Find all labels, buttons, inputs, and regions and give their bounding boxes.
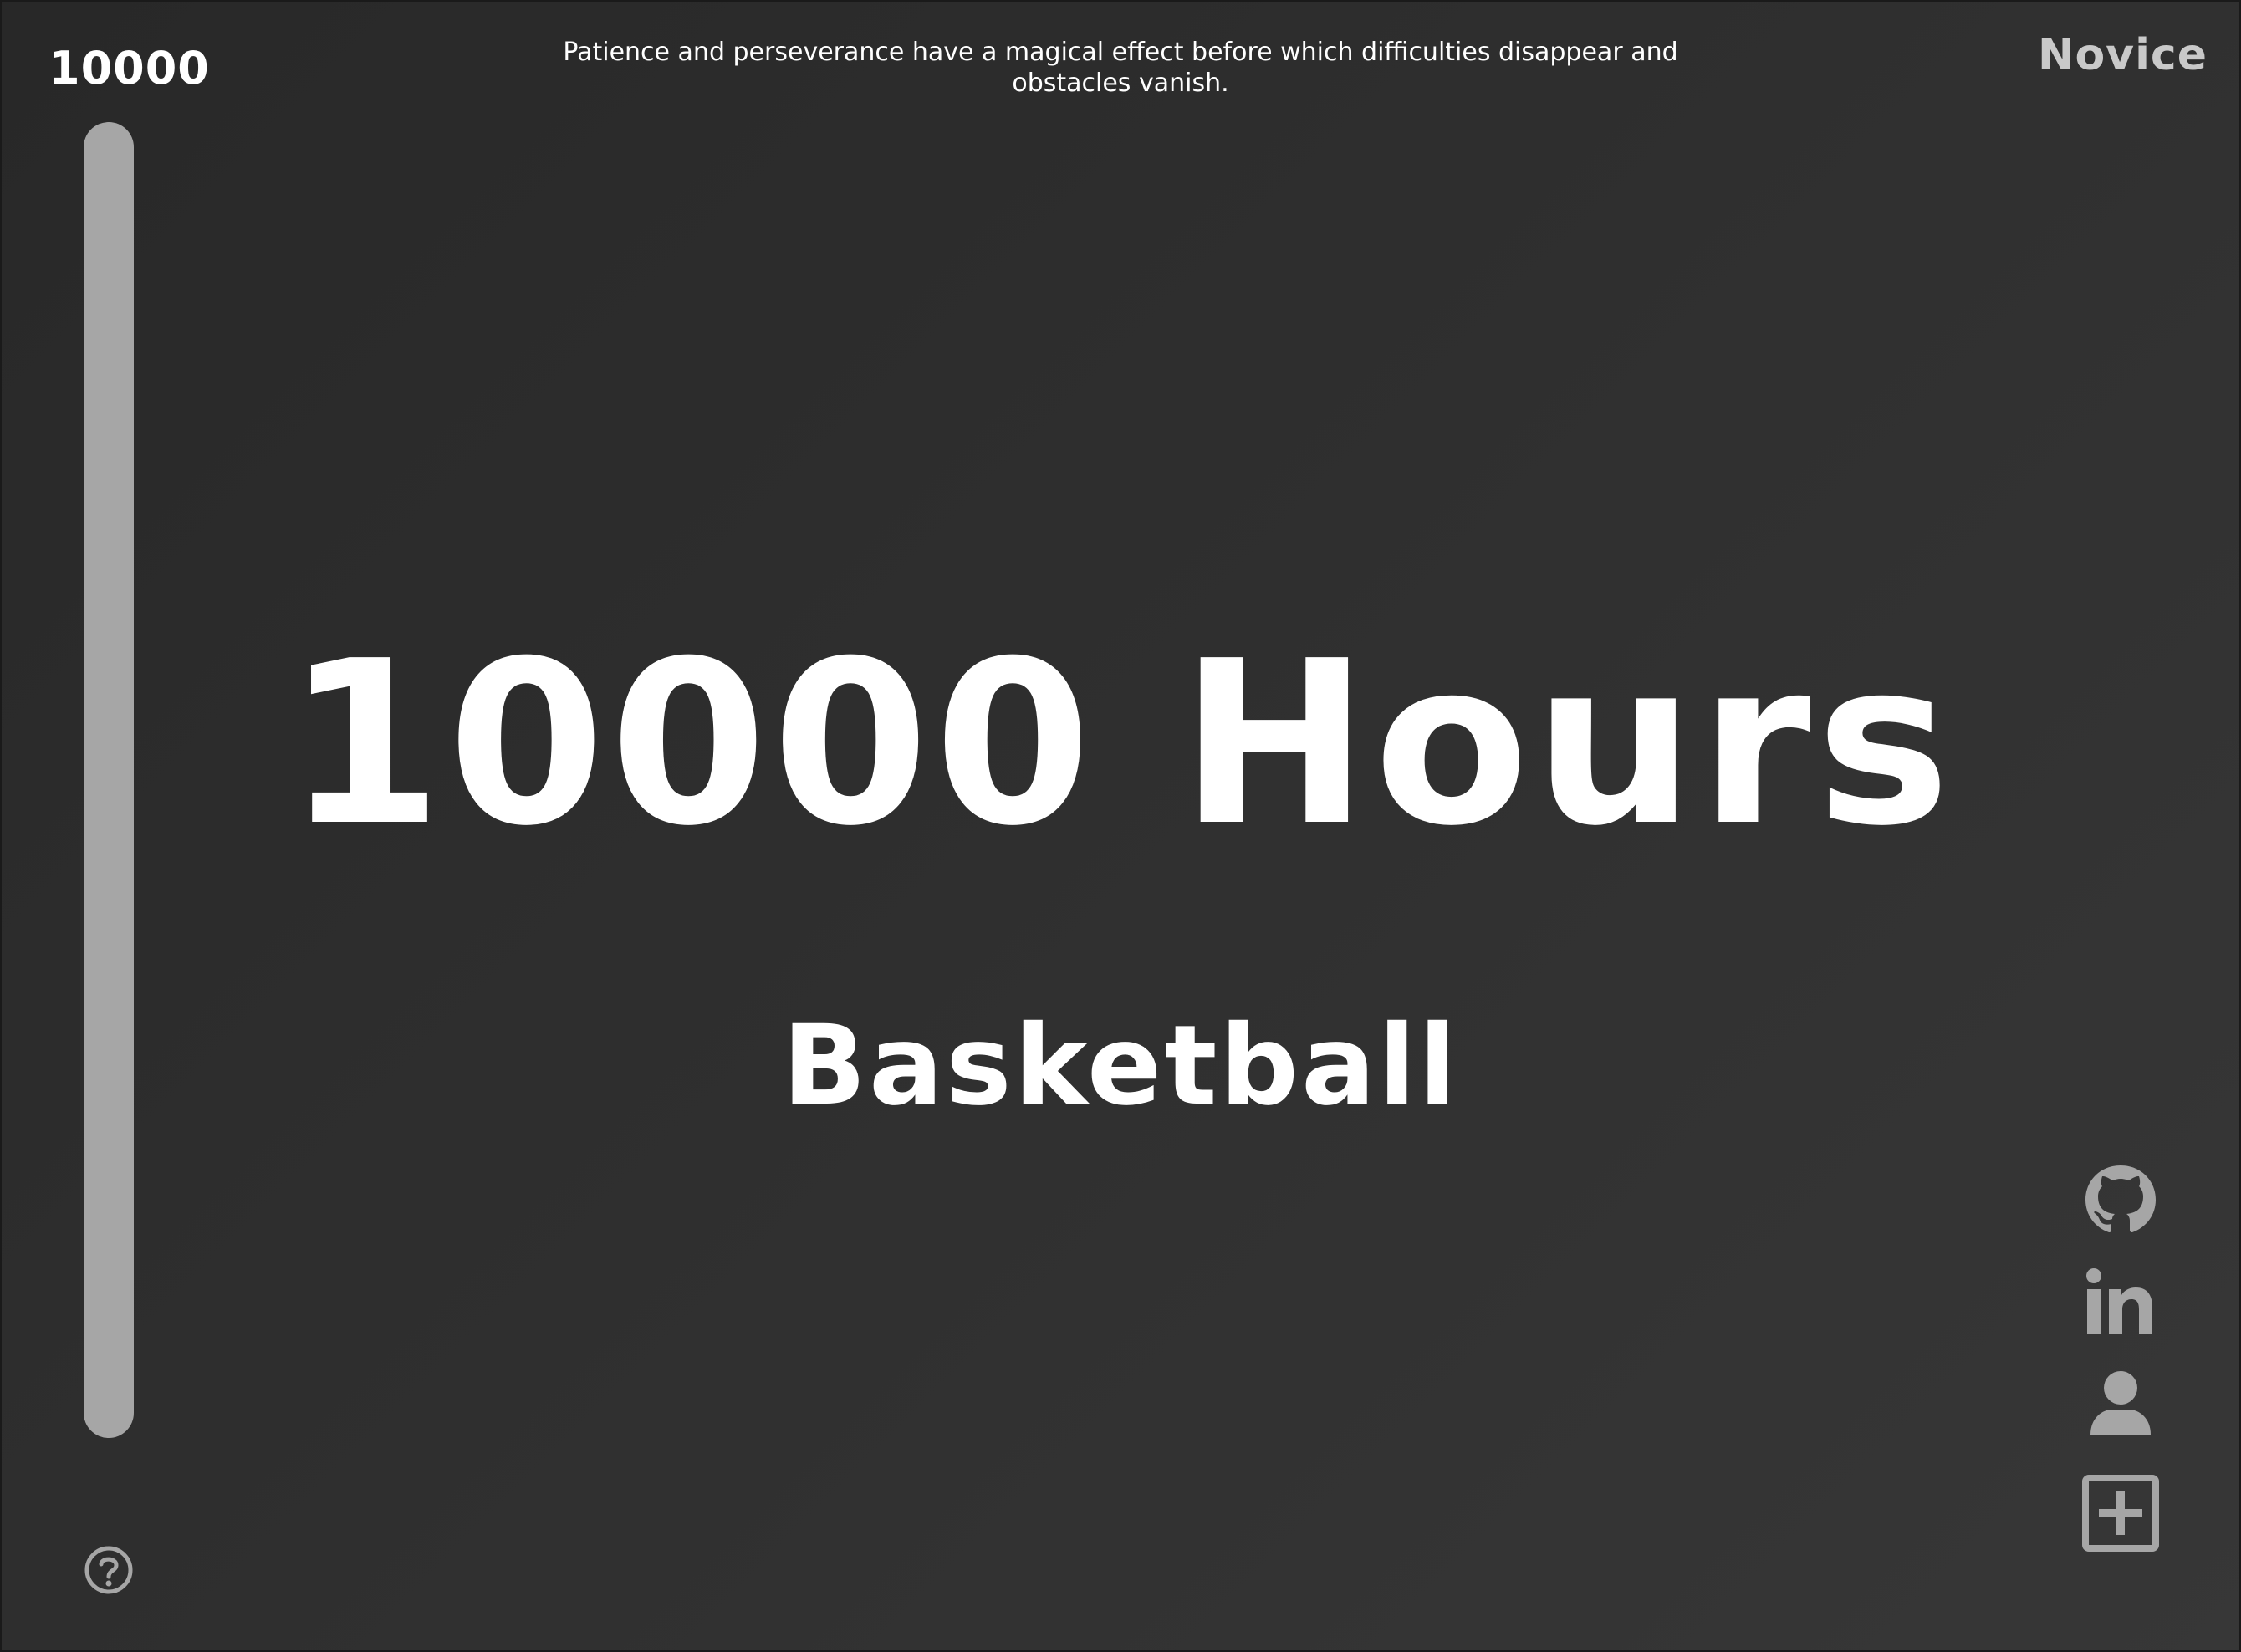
rank-label: Novice (2037, 30, 2208, 80)
skill-name: Basketball (782, 1002, 1459, 1130)
github-icon[interactable] (2079, 1159, 2162, 1242)
help-icon[interactable] (84, 1545, 134, 1595)
goal-hours-label: 10000 (48, 42, 210, 94)
motivational-quote: Patience and perseverance have a magical… (563, 38, 1678, 98)
add-icon[interactable] (2079, 1471, 2162, 1555)
linkedin-icon[interactable] (2079, 1261, 2162, 1344)
page-title: 10000 Hours (285, 612, 1956, 875)
profile-icon[interactable] (2079, 1359, 2162, 1443)
